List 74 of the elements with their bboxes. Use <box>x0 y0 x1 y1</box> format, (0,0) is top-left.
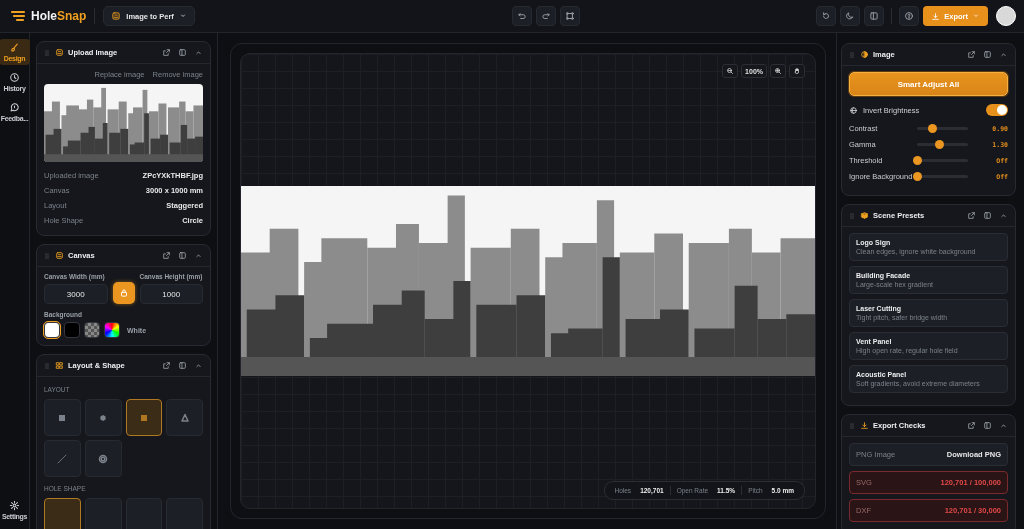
zoom-in-icon <box>774 67 782 75</box>
zoom-out-button[interactable] <box>722 64 739 78</box>
pan-button[interactable] <box>789 64 805 78</box>
panel-icon <box>982 50 992 59</box>
panel-icon <box>177 361 187 370</box>
image-icon <box>55 251 64 260</box>
chat-bubble-icon <box>9 102 20 113</box>
help-button[interactable] <box>899 6 920 26</box>
fit-button[interactable] <box>559 6 580 26</box>
undo-icon <box>516 11 527 21</box>
hand-icon <box>793 67 801 75</box>
panel-icon <box>177 251 187 260</box>
zoom-out-icon <box>726 67 735 75</box>
history-icon <box>9 72 20 83</box>
lock-icon <box>118 288 129 298</box>
chevron-up-icon <box>193 251 203 260</box>
external-link-icon <box>966 211 976 220</box>
color-swatch[interactable] <box>84 322 100 338</box>
external-link-icon <box>966 421 976 430</box>
external-link-icon <box>161 48 171 57</box>
help-icon <box>904 11 915 21</box>
hole-shape-option[interactable] <box>44 498 81 529</box>
color-swatch[interactable] <box>104 322 120 338</box>
slider-thumb[interactable] <box>935 140 945 149</box>
theme-button[interactable] <box>840 6 861 26</box>
redo-button[interactable] <box>535 6 556 26</box>
cube-icon <box>860 211 869 220</box>
layout-option[interactable] <box>84 440 122 477</box>
user-avatar[interactable] <box>996 6 1016 26</box>
image-icon <box>111 11 122 21</box>
slider-thumb[interactable] <box>913 156 922 165</box>
reset-button[interactable] <box>816 6 837 26</box>
color-swatch[interactable] <box>44 322 60 338</box>
chevron-down-icon <box>178 12 187 20</box>
panel-toggle-button[interactable] <box>864 6 885 26</box>
logo-icon <box>10 8 26 24</box>
zoom-in-button[interactable] <box>770 64 786 78</box>
slider-thumb[interactable] <box>913 172 922 181</box>
layout-option[interactable] <box>44 399 81 436</box>
chevron-up-icon <box>998 421 1008 430</box>
image-icon <box>55 48 64 57</box>
reset-icon <box>821 11 832 21</box>
chevron-up-icon <box>998 211 1008 220</box>
redo-icon <box>540 11 551 21</box>
color-swatch[interactable] <box>64 322 80 338</box>
panel-icon <box>982 421 992 430</box>
download-icon <box>860 421 869 430</box>
contrast-icon <box>860 50 869 59</box>
panel-icon <box>869 11 880 21</box>
external-link-icon <box>966 50 976 59</box>
panel-icon <box>177 48 187 57</box>
grid-icon <box>55 361 64 370</box>
panel-icon <box>982 211 992 220</box>
invert-icon <box>849 105 858 115</box>
undo-button[interactable] <box>511 6 532 26</box>
external-link-icon <box>161 361 171 370</box>
chevron-up-icon <box>998 50 1008 59</box>
settings-icon <box>9 500 20 511</box>
invert-toggle[interactable] <box>986 104 1008 116</box>
download-icon <box>931 11 941 21</box>
layout-option[interactable] <box>125 399 163 436</box>
app-logo-text: HoleSnap <box>31 9 87 23</box>
chevron-up-icon <box>193 361 203 370</box>
fit-frame-icon <box>564 11 575 21</box>
slider-thumb[interactable] <box>928 124 938 133</box>
chevron-up-icon <box>193 48 203 57</box>
width-input[interactable]: 3000 <box>44 284 108 304</box>
height-input[interactable]: 1000 <box>139 284 203 304</box>
external-link-icon <box>161 251 171 260</box>
layout-option[interactable] <box>166 399 203 436</box>
chevron-down-icon <box>972 12 980 20</box>
aspect-lock-button[interactable] <box>112 282 135 304</box>
moon-icon <box>845 11 856 21</box>
brush-icon <box>9 42 20 53</box>
